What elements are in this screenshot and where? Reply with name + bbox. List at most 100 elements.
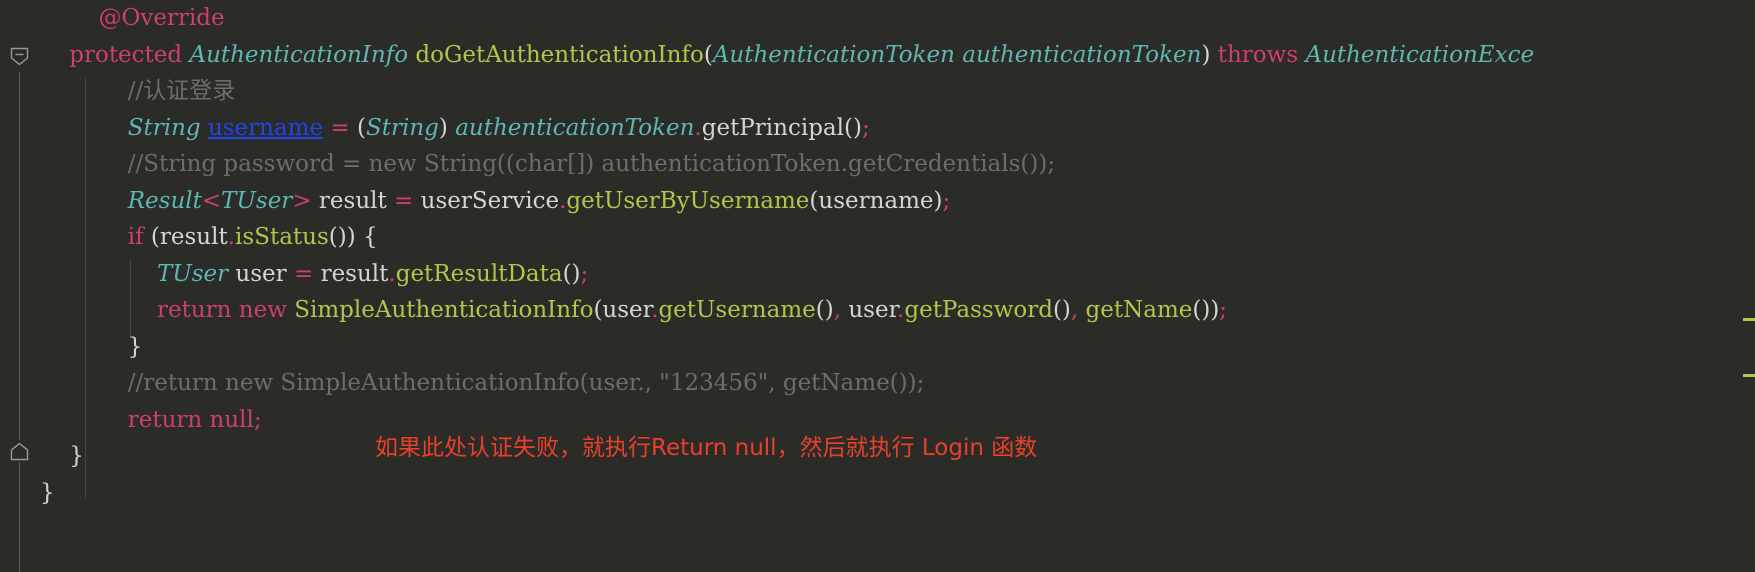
code-token: = <box>394 187 414 214</box>
code-token: } <box>69 443 84 469</box>
code-token: () <box>815 297 834 323</box>
code-line[interactable]: protected AuthenticationInfo doGetAuthen… <box>40 37 1534 74</box>
code-token: new <box>238 297 287 323</box>
code-token: ( <box>357 114 366 141</box>
code-token: getPrincipal <box>701 114 844 141</box>
code-token: ( <box>703 41 713 68</box>
code-line[interactable]: @Override <box>40 0 1534 37</box>
code-line[interactable]: //认证登录 <box>40 73 1534 110</box>
code-token: ; <box>1219 297 1228 323</box>
code-token: result <box>313 260 389 287</box>
code-token: (username) <box>809 187 943 214</box>
code-token: AuthenticationExce <box>1305 41 1535 68</box>
code-line[interactable]: } <box>40 329 1534 366</box>
code-token: . <box>227 224 236 250</box>
code-line[interactable]: TUser user = result.getResultData(); <box>40 256 1534 293</box>
code-token: ) <box>438 114 448 141</box>
code-token: userService <box>413 187 560 214</box>
code-token: () <box>843 114 862 141</box>
fold-collapse-method-icon[interactable] <box>10 47 29 66</box>
code-token: () <box>562 260 581 287</box>
code-token: @Override <box>98 5 225 31</box>
code-token: getName <box>1085 297 1193 323</box>
code-editor-view[interactable]: @Override protected AuthenticationInfo d… <box>0 0 1755 572</box>
code-token: = <box>293 260 314 287</box>
code-token: AuthenticationToken authenticationToken <box>712 41 1202 68</box>
code-token: return <box>156 297 232 323</box>
code-line[interactable]: Result<TUser> result = userService.getUs… <box>40 183 1534 220</box>
red-annotation-text: 如果此处认证失败，就执行Return null，然后就执行 Login 函数 <box>375 435 1038 461</box>
code-token: username <box>207 114 324 141</box>
code-token: return <box>127 406 203 433</box>
code-line[interactable]: //String password = new String((char[]) … <box>40 146 1534 183</box>
code-token: SimpleAuthenticationInfo <box>294 297 594 323</box>
code-token: doGetAuthenticationInfo <box>415 41 704 68</box>
code-token: } <box>127 333 143 360</box>
code-line[interactable]: return new SimpleAuthenticationInfo(user… <box>40 292 1534 329</box>
code-token: protected <box>69 41 183 68</box>
code-token: ()) <box>1192 297 1220 323</box>
code-token: throws <box>1217 41 1299 68</box>
code-token: } <box>40 479 55 506</box>
code-token: if <box>127 224 144 250</box>
code-line[interactable]: //return new SimpleAuthenticationInfo(us… <box>40 365 1534 402</box>
code-token: user <box>228 260 294 287</box>
code-token: getUsername <box>658 297 816 323</box>
code-token: getPassword <box>904 297 1053 323</box>
code-token: isStatus <box>235 224 329 250</box>
editor-gutter[interactable] <box>0 0 40 572</box>
code-token: ; <box>942 187 951 214</box>
code-token: (result <box>143 224 228 250</box>
code-token: TUser <box>156 260 229 287</box>
code-token: user <box>841 297 898 323</box>
code-token: ; <box>580 260 589 287</box>
code-line[interactable]: String username = (String) authenticatio… <box>40 110 1534 147</box>
code-token: (user <box>593 297 652 323</box>
code-token: //return new SimpleAuthenticationInfo(us… <box>127 370 925 396</box>
code-token: () <box>1052 297 1071 323</box>
code-line[interactable]: } <box>40 475 1534 512</box>
fold-collapse-class-icon[interactable] <box>10 442 29 461</box>
code-line[interactable]: if (result.isStatus()) { <box>40 219 1534 256</box>
code-token: . <box>694 114 702 141</box>
code-token: authenticationToken <box>455 114 695 141</box>
code-token: null <box>209 406 254 433</box>
code-token: AuthenticationInfo <box>189 41 409 68</box>
code-token: ()) { <box>328 224 378 250</box>
code-token: , <box>833 297 842 323</box>
code-token: String <box>366 114 439 141</box>
code-token: . <box>388 260 396 287</box>
code-token: getResultData <box>395 260 563 287</box>
code-token: //String password = new String((char[]) … <box>127 151 1056 177</box>
code-token: > <box>292 187 312 214</box>
code-token: = <box>330 114 350 141</box>
code-token: < <box>201 187 222 214</box>
code-token: Result <box>127 187 202 214</box>
code-token: ; <box>253 406 262 433</box>
fold-region-line-outer <box>19 462 20 572</box>
code-token: result <box>311 187 395 214</box>
error-stripe-mark-2[interactable] <box>1743 374 1755 377</box>
error-stripe-mark-1[interactable] <box>1743 318 1755 321</box>
code-token: TUser <box>221 187 293 214</box>
code-token: getUserByUsername <box>566 187 810 214</box>
code-token: //认证登录 <box>127 78 236 104</box>
code-token: String <box>127 114 201 141</box>
